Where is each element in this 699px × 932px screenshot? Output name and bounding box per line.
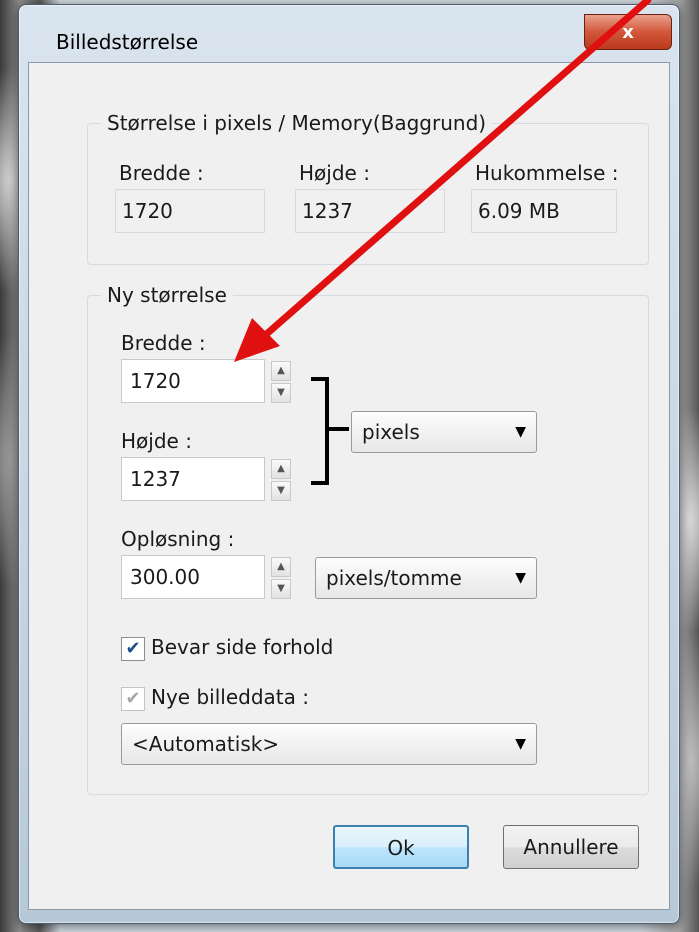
annotation-arrow <box>234 0 652 362</box>
annotation-arrow-shaft <box>258 0 652 342</box>
